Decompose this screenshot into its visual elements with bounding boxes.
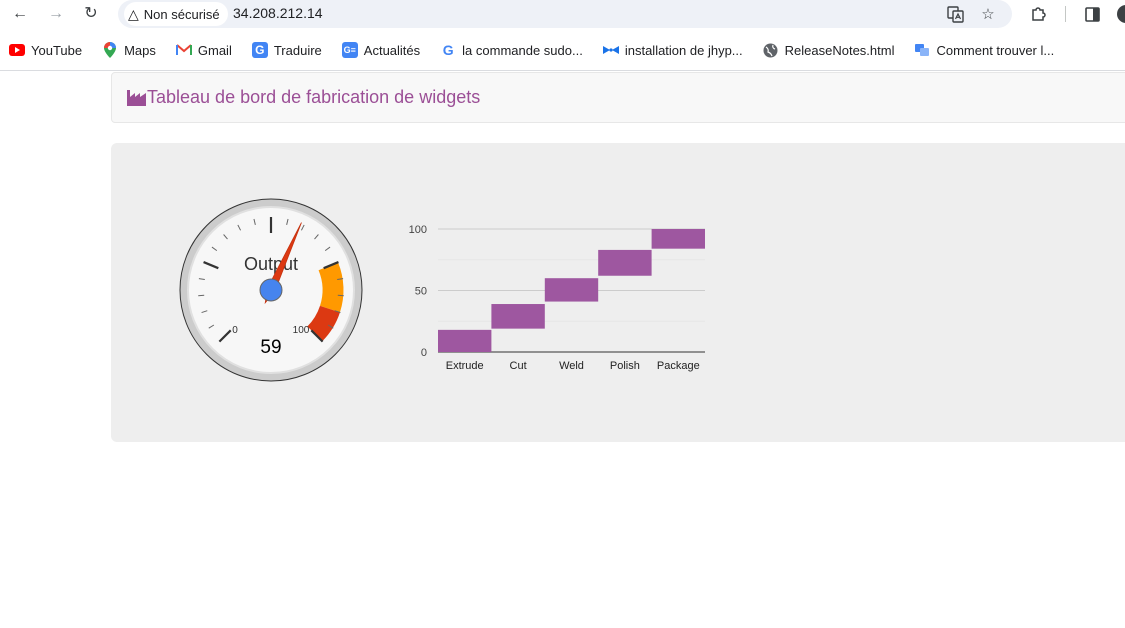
bookmark-label: Traduire xyxy=(273,42,322,58)
youtube-icon xyxy=(9,42,25,58)
brand-title: Tableau de bord de fabrication de widget… xyxy=(147,87,481,107)
gmail-icon xyxy=(175,42,192,58)
bookmark-label: Actualités xyxy=(363,42,421,58)
x-tick-label: Weld xyxy=(559,360,584,372)
gauge-min-label: 0 xyxy=(232,325,238,336)
waterfall-bar-polish[interactable] xyxy=(598,249,652,276)
bookmark-label: la commande sudo... xyxy=(462,42,583,58)
browser-toolbar: ← → ↻ △ Non sécurisé 34.208.212.14 ☆ xyxy=(0,0,1125,28)
bookmark-label: installation de jhyp... xyxy=(624,42,743,58)
maps-pin-icon xyxy=(102,42,118,58)
chart-x-tick-labels: Extrude Cut Weld Polish Package xyxy=(446,360,700,372)
bookmark-maps[interactable]: Maps xyxy=(102,37,162,63)
waterfall-bar-extrude[interactable] xyxy=(438,329,492,352)
x-tick-label: Package xyxy=(657,360,700,372)
brand-link[interactable]: Tableau de bord de fabrication de widget… xyxy=(127,87,480,108)
bookmark-releasenotes[interactable]: ReleaseNotes.html xyxy=(763,37,901,63)
url-text[interactable]: 34.208.212.14 xyxy=(233,5,323,21)
bowtie-icon xyxy=(602,42,619,58)
y-tick-label: 100 xyxy=(409,224,427,236)
bookmark-translate[interactable]: G Traduire xyxy=(251,37,328,63)
bookmark-label: ReleaseNotes.html xyxy=(784,42,895,58)
bookmark-news[interactable]: G≡ Actualités xyxy=(341,37,426,63)
warning-triangle-icon: △ xyxy=(128,5,139,22)
process-waterfall-chart: 0 50 100 Extrude Cut Weld Polish Package xyxy=(409,224,705,372)
back-arrow-icon[interactable]: ← xyxy=(9,3,31,25)
bookmark-star-icon[interactable]: ☆ xyxy=(977,3,999,25)
security-chip[interactable]: △ Non sécurisé xyxy=(124,2,228,26)
y-tick-label: 0 xyxy=(421,347,427,359)
gauge-max-label: 100 xyxy=(293,325,310,336)
address-bar[interactable]: △ Non sécurisé 34.208.212.14 ☆ xyxy=(118,0,1012,28)
gauge-label: Output xyxy=(244,254,298,274)
x-tick-label: Polish xyxy=(610,360,640,372)
x-tick-label: Extrude xyxy=(446,360,484,372)
translate-icon: G xyxy=(251,42,268,58)
waterfall-bar-cut[interactable] xyxy=(491,304,545,329)
translate-page-icon[interactable] xyxy=(944,3,966,25)
gauge-yellow-band xyxy=(318,262,344,313)
factory-icon xyxy=(127,90,146,106)
chart-y-tick-labels: 0 50 100 xyxy=(409,224,427,359)
waterfall-bar-package[interactable] xyxy=(651,229,705,249)
bookmark-label: Comment trouver l... xyxy=(936,42,1055,58)
bookmark-youtube[interactable]: YouTube xyxy=(9,37,88,63)
google-g-icon: G xyxy=(442,42,454,58)
toolbar-divider xyxy=(1065,6,1066,22)
gauge-hub xyxy=(259,278,283,302)
bookmarks-bar: YouTube Maps Gmail G Traduire G≡ Actuali… xyxy=(0,36,1125,64)
forward-arrow-icon[interactable]: → xyxy=(45,3,67,25)
dashboard-panel: Output 0 100 59 0 50 100 Extrude Cut Weld Pol… xyxy=(111,143,1125,442)
chat-translate-icon xyxy=(914,42,930,58)
bookmark-comment[interactable]: Comment trouver l... xyxy=(914,37,1060,63)
profile-avatar[interactable] xyxy=(1117,5,1125,23)
gauge-value: 59 xyxy=(260,337,281,358)
y-tick-label: 50 xyxy=(415,286,427,298)
bookmark-label: Maps xyxy=(124,42,156,58)
security-label: Non sécurisé xyxy=(143,6,220,22)
chrome-bottom-border xyxy=(0,70,1125,71)
page-navbar: Tableau de bord de fabrication de widget… xyxy=(111,72,1125,123)
side-panel-icon[interactable] xyxy=(1081,3,1103,25)
bookmark-label: YouTube xyxy=(31,42,83,58)
waterfall-bar-weld[interactable] xyxy=(544,278,599,302)
reload-icon[interactable]: ↻ xyxy=(80,3,102,25)
globe-icon xyxy=(763,42,779,58)
bookmark-jhyp[interactable]: installation de jhyp... xyxy=(602,37,749,63)
bookmark-gmail[interactable]: Gmail xyxy=(175,37,238,63)
extensions-puzzle-icon[interactable] xyxy=(1027,3,1049,25)
output-gauge: Output 0 100 59 xyxy=(179,198,363,382)
news-icon: G≡ xyxy=(341,42,358,58)
bookmark-sudo[interactable]: G la commande sudo... xyxy=(440,37,589,63)
x-tick-label: Cut xyxy=(510,360,527,372)
bookmark-label: Gmail xyxy=(197,42,232,58)
